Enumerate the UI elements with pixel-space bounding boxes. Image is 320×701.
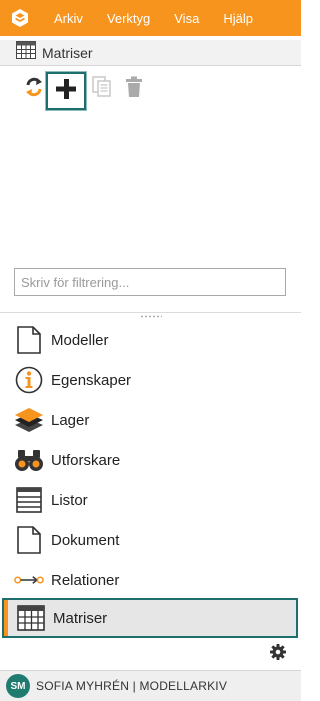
nav-item-relationer[interactable]: Relationer <box>0 560 301 600</box>
user-footer[interactable]: SM SOFIA MYHRÉN | MODELLARKIV <box>0 670 301 701</box>
nav-item-label: Modeller <box>51 331 109 349</box>
copy-button[interactable] <box>86 72 118 106</box>
info-icon <box>14 365 44 395</box>
avatar: SM <box>6 674 30 698</box>
trash-icon <box>125 76 143 103</box>
nav-item-label: Matriser <box>53 609 108 627</box>
delete-button[interactable] <box>118 72 150 106</box>
menu-visa[interactable]: Visa <box>162 11 211 26</box>
layers-icon <box>14 405 44 435</box>
grid-icon <box>16 41 36 64</box>
nav-item-egenskaper[interactable]: Egenskaper <box>0 360 301 400</box>
nav-item-listor[interactable]: Listor <box>0 480 301 520</box>
toolbar <box>0 72 301 110</box>
user-label: SOFIA MYHRÉN | MODELLARKIV <box>36 679 228 693</box>
list-icon <box>14 485 44 515</box>
copy-icon <box>92 75 112 103</box>
panel-splitter[interactable] <box>0 312 301 320</box>
grid-icon <box>16 603 46 633</box>
relations-icon <box>14 565 44 595</box>
nav-item-label: Lager <box>51 411 90 429</box>
document-icon <box>14 325 44 355</box>
nav-item-label: Relationer <box>51 571 120 589</box>
nav-item-label: Utforskare <box>51 451 121 469</box>
nav-item-matriser[interactable]: Matriser <box>2 598 298 638</box>
nav-item-utforskare[interactable]: Utforskare <box>0 440 301 480</box>
gear-icon <box>270 643 286 665</box>
nav-item-label: Egenskaper <box>51 371 132 389</box>
nav-item-lager[interactable]: Lager <box>0 400 301 440</box>
add-button[interactable] <box>46 72 86 110</box>
menu-verktyg[interactable]: Verktyg <box>95 11 162 26</box>
splitter-grip-icon[interactable] <box>139 315 162 318</box>
settings-button[interactable] <box>268 643 288 665</box>
add-icon <box>56 78 77 104</box>
refresh-icon <box>24 76 44 103</box>
nav-item-label: Listor <box>51 491 88 509</box>
menu-arkiv[interactable]: Arkiv <box>40 11 95 26</box>
menu-hjalp[interactable]: Hjälp <box>211 11 265 26</box>
panel-header: Matriser <box>0 40 301 66</box>
document-icon <box>14 525 44 555</box>
app-logo-icon[interactable] <box>0 0 40 36</box>
menu-bar: Arkiv Verktyg Visa Hjälp <box>0 0 301 36</box>
panel-title: Matriser <box>42 44 93 61</box>
nav-item-modeller[interactable]: Modeller <box>0 320 301 360</box>
binoculars-icon <box>14 445 44 475</box>
nav-item-dokument[interactable]: Dokument <box>0 520 301 560</box>
nav-item-label: Dokument <box>51 531 120 549</box>
filter-input[interactable] <box>14 268 286 296</box>
